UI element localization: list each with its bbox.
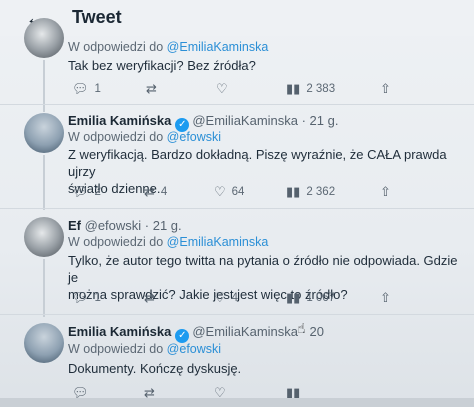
avatar[interactable] — [24, 323, 64, 363]
avatar[interactable] — [24, 217, 64, 257]
author-row: Ef @efowski · 21 g. — [68, 218, 182, 233]
author-row: Emilia Kamińska ✓ @EmiliaKaminska · 20 — [68, 324, 324, 343]
tweet-text: Dokumenty. Kończę dyskusję. — [68, 361, 242, 376]
reply-button[interactable]: 💬︎ 2 — [72, 184, 101, 200]
hand-cursor-icon: ☝ — [297, 320, 306, 336]
views-count: 2 383 — [306, 83, 336, 95]
reply-button[interactable]: 💬︎ 1 — [72, 290, 101, 306]
reply-mention-link[interactable]: @efowski — [167, 130, 221, 144]
page-title: Tweet — [72, 7, 122, 27]
verified-badge-icon: ✓ — [175, 329, 190, 343]
reply-to-label: W odpowiedzi do @efowski — [68, 342, 221, 356]
retweet-button[interactable]: ⇄ — [144, 290, 155, 306]
tweet-text-line: Tylko, że autor tego twitta na pytania o… — [68, 253, 458, 285]
views-button[interactable]: ▮▮ 1 067 — [286, 290, 335, 306]
share-icon: ⇧ — [380, 184, 391, 199]
retweet-icon: ⇄ — [144, 184, 155, 199]
views-count: 1 067 — [306, 292, 336, 304]
thread-line — [43, 259, 45, 317]
views-chart-icon: ▮▮ — [286, 81, 301, 96]
retweet-button[interactable]: ⇄ 4 — [144, 184, 167, 200]
share-button[interactable]: ⇧ — [380, 184, 391, 200]
tweet-actions: 💬︎ 1 ⇄ ♡ ▮▮ 2 383 ⇧ — [68, 81, 468, 99]
views-chart-icon: ▮▮ — [286, 184, 301, 199]
avatar[interactable] — [24, 113, 64, 153]
reply-mention-link[interactable]: @efowski — [167, 342, 221, 356]
thread-line — [43, 155, 45, 210]
tweet-actions: 💬︎ 1 ⇄ ♡ 4 ▮▮ 1 067 ⇧ — [68, 290, 468, 308]
like-count: 64 — [231, 186, 245, 198]
like-button[interactable]: ♡ 64 — [214, 184, 244, 200]
reply-count: 2 — [94, 186, 101, 198]
reply-count: 1 — [94, 83, 101, 95]
share-icon: ⇧ — [380, 290, 391, 305]
reply-to-label: W odpowiedzi do @EmiliaKaminska — [68, 235, 268, 249]
like-button[interactable]: ♡ — [216, 81, 228, 97]
reply-mention-link[interactable]: @EmiliaKaminska — [167, 235, 269, 249]
reply-to-label: W odpowiedzi do @efowski — [68, 130, 221, 144]
tweet-actions: 💬︎ 2 ⇄ 4 ♡ 64 ▮▮ 2 362 ⇧ — [68, 184, 468, 202]
author-handle-time[interactable]: @EmiliaKaminska · 21 g. — [192, 113, 338, 128]
reply-count: 1 — [94, 292, 101, 304]
reply-to-label: W odpowiedzi do @EmiliaKaminska — [68, 40, 268, 54]
retweet-icon: ⇄ — [144, 290, 155, 305]
reply-icon: 💬︎ — [72, 184, 89, 199]
views-button[interactable]: ▮▮ 2 383 — [286, 81, 335, 97]
share-button[interactable]: ⇧ — [380, 81, 391, 97]
reply-prefix: W odpowiedzi do — [68, 342, 167, 356]
avatar[interactable] — [24, 18, 64, 58]
tweet-thread-screen: ← Tweet W odpowiedzi do @EmiliaKaminska … — [0, 0, 474, 407]
tweet-text-line: Z weryfikacją. Bardzo dokładną. Piszę wy… — [68, 147, 447, 179]
views-chart-icon: ▮▮ — [286, 290, 301, 305]
retweet-icon: ⇄ — [146, 81, 157, 96]
like-button[interactable]: ♡ 4 — [214, 290, 238, 306]
screen-bottom-edge — [0, 398, 474, 407]
views-button[interactable]: ▮▮ 2 362 — [286, 184, 335, 200]
heart-icon: ♡ — [214, 184, 226, 199]
reply-button[interactable]: 💬︎ 1 — [72, 81, 101, 97]
heart-icon: ♡ — [214, 290, 226, 305]
views-count: 2 362 — [306, 186, 336, 198]
author-name[interactable]: Ef — [68, 218, 81, 233]
author-name[interactable]: Emilia Kamińska — [68, 113, 171, 128]
reply-prefix: W odpowiedzi do — [68, 40, 167, 54]
reply-icon: 💬︎ — [72, 290, 89, 305]
like-count: 4 — [231, 292, 239, 304]
tweet-text: Tak bez weryfikacji? Bez źródła? — [68, 58, 256, 73]
author-name[interactable]: Emilia Kamińska — [68, 324, 171, 339]
reply-prefix: W odpowiedzi do — [68, 235, 167, 249]
retweet-button[interactable]: ⇄ — [146, 81, 157, 97]
share-button[interactable]: ⇧ — [380, 290, 391, 306]
header: ← Tweet — [0, 0, 474, 36]
retweet-count: 4 — [160, 186, 168, 198]
heart-icon: ♡ — [216, 81, 228, 96]
divider — [0, 314, 474, 315]
reply-prefix: W odpowiedzi do — [68, 130, 167, 144]
divider — [0, 104, 474, 105]
author-handle-time[interactable]: @efowski · 21 g. — [85, 218, 182, 233]
share-icon: ⇧ — [380, 81, 391, 96]
divider — [0, 208, 474, 209]
reply-mention-link[interactable]: @EmiliaKaminska — [167, 40, 269, 54]
reply-icon: 💬︎ — [72, 81, 89, 96]
